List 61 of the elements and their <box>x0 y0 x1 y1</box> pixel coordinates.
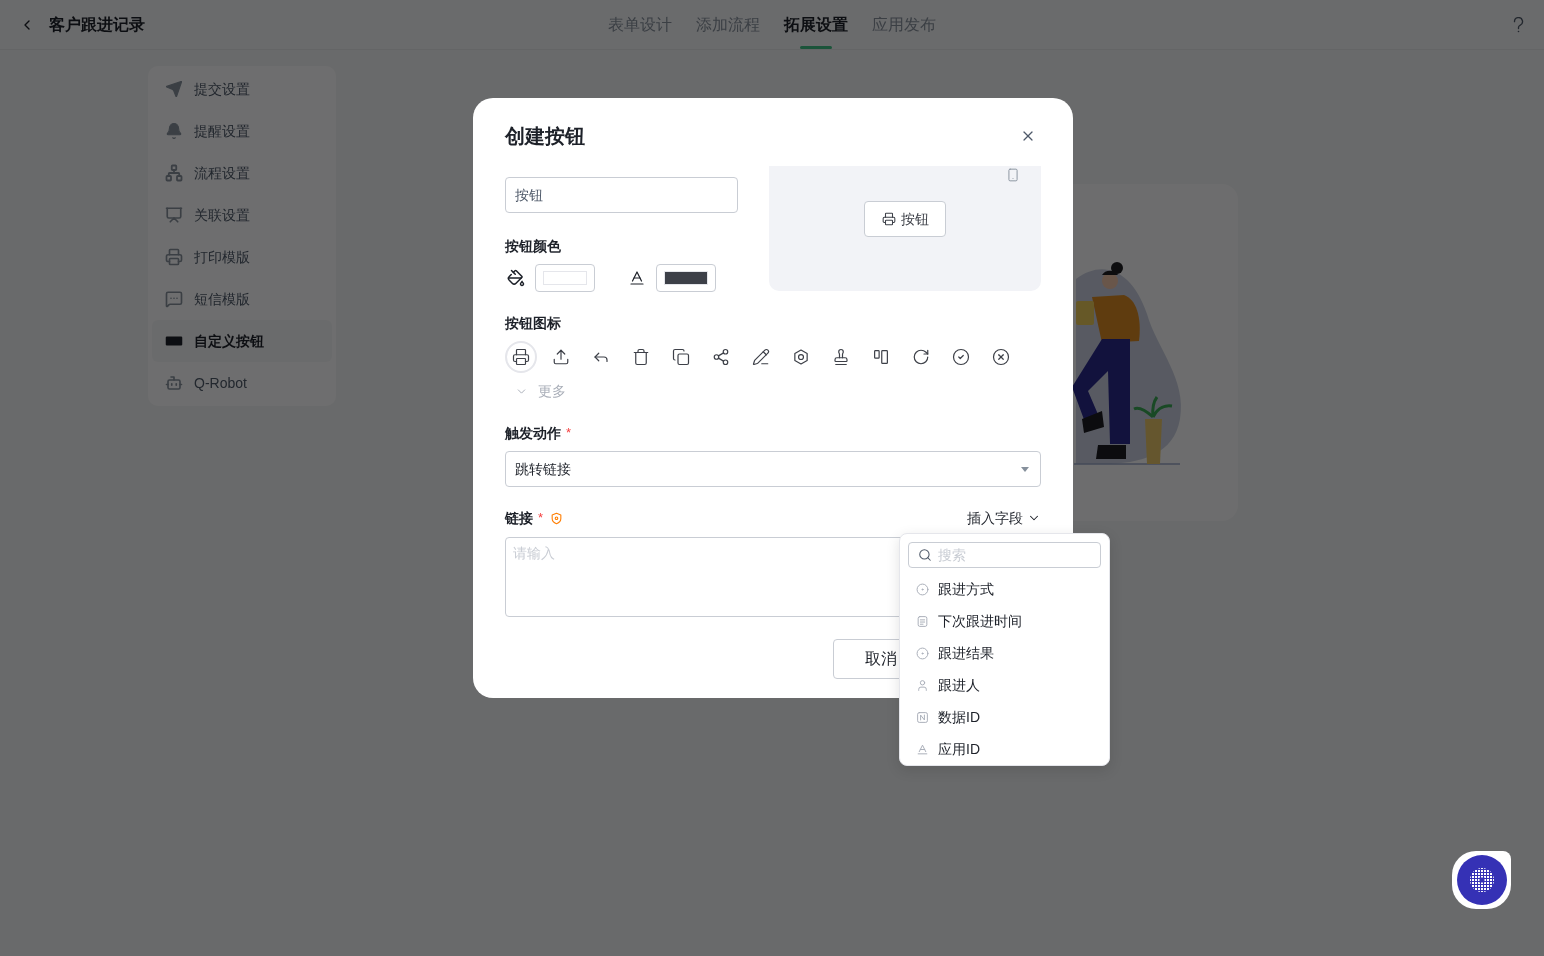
printer-icon <box>881 212 896 226</box>
rotate-icon <box>912 348 930 366</box>
hexagon-icon <box>792 348 810 366</box>
chat-icon <box>165 290 183 308</box>
paper-plane-icon <box>165 80 183 98</box>
board-icon <box>165 206 183 224</box>
copy-icon <box>672 348 690 366</box>
x-circle-icon <box>992 348 1010 366</box>
search-icon <box>918 548 932 562</box>
section-label: 按钮图标 <box>505 314 562 333</box>
sidebar-item[interactable]: 关联设置 <box>152 194 332 236</box>
sidebar-item[interactable]: 流程设置 <box>152 152 332 194</box>
sidebar-item[interactable]: 短信模版 <box>152 278 332 320</box>
insert-field-button[interactable]: 插入字段 <box>967 507 1041 529</box>
preview-button[interactable]: 按钮 <box>864 201 946 237</box>
pencil-icon <box>752 348 770 366</box>
sidebar-item[interactable]: 自定义按钮 <box>152 320 332 362</box>
sidebar-item[interactable]: 提醒设置 <box>152 110 332 152</box>
field-menu-item[interactable]: 数据ID <box>908 701 1101 733</box>
sidebar-item[interactable]: 打印模版 <box>152 236 332 278</box>
trash-icon <box>632 348 650 366</box>
sidebar-item[interactable]: 提交设置 <box>152 68 332 110</box>
shield-icon <box>550 511 564 525</box>
calendar-icon <box>916 614 929 628</box>
assistant-button[interactable] <box>1452 851 1511 909</box>
dotted-disc-icon <box>1456 855 1507 905</box>
help-icon[interactable] <box>1513 17 1524 33</box>
radio-circle-icon <box>916 646 929 660</box>
check-circle-icon <box>952 348 970 366</box>
required-mark: * <box>566 424 572 443</box>
text-field-icon <box>916 742 929 756</box>
letter-square-icon <box>916 710 929 724</box>
nav-tab[interactable]: 拓展设置 <box>784 0 848 50</box>
printer-icon <box>512 348 530 366</box>
color-picker[interactable] <box>535 264 595 292</box>
sidebar-item[interactable]: Q-Robot <box>152 362 332 404</box>
field-label: 触发动作 <box>505 423 561 443</box>
share-icon <box>712 348 730 366</box>
color-picker[interactable] <box>656 264 716 292</box>
robot-icon <box>165 374 183 392</box>
trigger-action-select[interactable]: 跳转链接 <box>505 451 1041 487</box>
field-menu-item[interactable]: 应用ID <box>908 733 1101 765</box>
field-label: 链接 <box>505 508 533 528</box>
more-toggle[interactable]: 更多 <box>505 381 566 401</box>
page-title: 客户跟进记录 <box>49 15 145 35</box>
dialog-title: 创建按钮 <box>505 124 585 149</box>
button-name-input[interactable]: 按钮 <box>505 177 738 213</box>
icon-choice[interactable] <box>505 341 537 373</box>
required-mark: * <box>538 509 544 528</box>
radio-circle-icon <box>916 582 929 596</box>
columns-icon <box>872 348 890 366</box>
section-label: 按钮颜色 <box>505 237 562 256</box>
paint-bucket-icon <box>507 269 525 287</box>
caret-down-icon <box>1021 466 1029 472</box>
upload-icon <box>552 348 570 366</box>
hierarchy-icon <box>165 164 183 182</box>
text-color-icon <box>628 269 646 287</box>
person-icon <box>916 678 929 692</box>
printer-icon <box>165 248 183 266</box>
bell-icon <box>165 122 183 140</box>
stamp-icon <box>832 348 850 366</box>
